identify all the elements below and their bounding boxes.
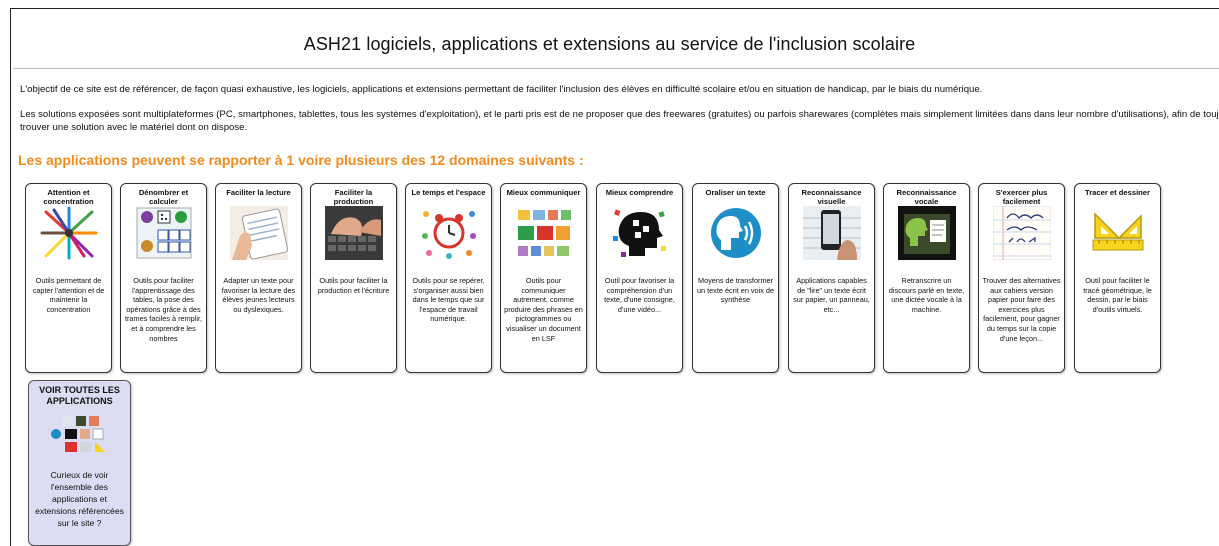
domains-heading: Les applications peuvent se rapporter à …	[18, 152, 584, 168]
card-title: VOIR TOUTES LES APPLICATIONS	[39, 385, 120, 406]
card-description: Outils permettant de capter l'attention …	[32, 276, 105, 314]
card-faciliter-production[interactable]: Faciliter la production Outils pour faci…	[310, 183, 397, 373]
card-title: Tracer et dessiner	[1084, 188, 1150, 197]
card-oraliser-texte[interactable]: Oraliser un texte Moyens de transformer …	[692, 183, 779, 373]
arrows-target-icon	[40, 206, 98, 260]
card-description: Curieux de voir l'ensemble des applicati…	[35, 470, 124, 528]
puzzle-head-icon	[613, 209, 666, 257]
card-title: Le temps et l'espace	[411, 188, 486, 197]
card-temps-espace[interactable]: Le temps et l'espace Outils pour se repé…	[405, 183, 492, 373]
voice-document-icon	[898, 206, 956, 260]
intro-paragraph-2-line-1: Les solutions exposées sont multiplatefo…	[20, 109, 1219, 120]
handwriting-notebook-icon	[993, 206, 1051, 260]
card-title: Attention et concentration	[43, 188, 94, 206]
card-description: Outils pour faciliter l'apprentissage de…	[124, 276, 203, 343]
alarm-clock-icon	[422, 211, 476, 259]
card-description: Adapter un texte pour favoriser la lectu…	[221, 276, 296, 314]
card-description: Outil pour favoriser la compréhension d'…	[604, 276, 675, 314]
card-title: S'exercer plus facilement	[995, 188, 1048, 206]
card-exercer-plus-facilement[interactable]: S'exercer plus facilement Trouver des al…	[978, 183, 1065, 373]
card-description: Applications capables de "lire" un texte…	[793, 276, 870, 314]
speaking-head-icon	[711, 208, 761, 258]
keyboard-typing-icon	[325, 206, 383, 260]
ruler-square-icon	[1092, 212, 1144, 251]
card-attention-concentration[interactable]: Attention et concentration Outils permet…	[25, 183, 112, 373]
collage-icon	[51, 416, 105, 452]
page-title: ASH21 logiciels, applications et extensi…	[303, 34, 916, 54]
card-title: Mieux communiquer	[506, 188, 581, 197]
card-title: Mieux comprendre	[605, 188, 674, 197]
card-description: Outil pour faciliter le tracé géométriqu…	[1083, 276, 1152, 314]
card-description: Outils pour faciliter la production et l…	[317, 276, 390, 295]
intro-paragraph-2-line-2: trouver une solution avec le matériel do…	[20, 122, 248, 133]
card-reconnaissance-visuelle[interactable]: Reconnaissance visuelle Applications cap…	[788, 183, 875, 373]
card-tracer-dessiner[interactable]: Tracer et dessiner Outil pour faciliter …	[1074, 183, 1161, 373]
card-title: Reconnaissance visuelle	[801, 188, 862, 206]
card-description: Retranscrire un discours parlé en texte,…	[888, 276, 965, 314]
card-denombrer-calculer[interactable]: Dénombrer et calculer Outils pour facili…	[120, 183, 207, 373]
phone-scan-icon	[803, 206, 861, 260]
number-grid-icon	[136, 207, 192, 259]
card-title: Reconnaissance vocale	[896, 188, 957, 206]
card-faciliter-lecture[interactable]: Faciliter la lecture Adapter un texte po…	[215, 183, 302, 373]
see-all-applications-card[interactable]: VOIR TOUTES LES APPLICATIONS Curieux de …	[28, 380, 131, 546]
card-description: Moyens de transformer un texte écrit en …	[696, 276, 775, 305]
card-description: Outils pour communiquer autrement, comme…	[504, 276, 583, 343]
card-reconnaissance-vocale[interactable]: Reconnaissance vocale Retranscrire un di…	[883, 183, 970, 373]
intro-paragraph-1: L'objectif de ce site est de référencer,…	[20, 84, 983, 95]
card-title: Dénombrer et calculer	[138, 188, 189, 206]
card-title: Faciliter la production	[333, 188, 374, 206]
pictograms-icon	[515, 206, 573, 260]
card-title: Faciliter la lecture	[226, 188, 291, 197]
tablet-reading-icon	[230, 206, 288, 260]
card-description: Outils pour se repérer, s'organiser auss…	[412, 276, 485, 324]
divider	[13, 68, 1219, 69]
card-mieux-communiquer[interactable]: Mieux communiquer Outils pour communique…	[500, 183, 587, 373]
card-description: Trouver des alternatives aux cahiers ver…	[982, 276, 1061, 343]
card-mieux-comprendre[interactable]: Mieux comprendre Outil pour favoriser la…	[596, 183, 683, 373]
card-title: Oraliser un texte	[705, 188, 766, 197]
